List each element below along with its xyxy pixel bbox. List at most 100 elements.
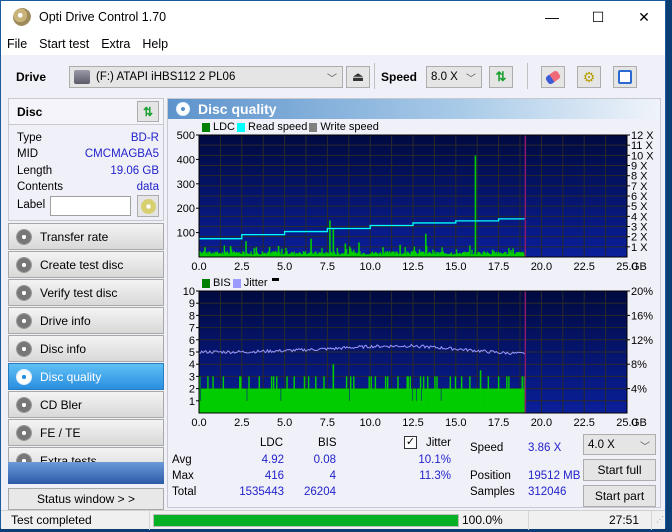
ldc-spike-bar — [382, 247, 384, 257]
menu-start-test[interactable]: Start test — [33, 37, 95, 51]
y2-tick-label: 16% — [631, 310, 653, 322]
disc-function-icon — [16, 256, 32, 273]
samples-label: Samples — [470, 486, 515, 498]
x-tick-label: 15.0 — [445, 417, 466, 429]
menu-bar: File Start test Extra Help — [1, 33, 665, 55]
settings-button[interactable]: ⚙ — [577, 66, 601, 88]
ldc-spike-bar — [329, 220, 331, 257]
refresh-button[interactable]: ⇅ — [489, 66, 513, 88]
ldc-spike-bar — [255, 247, 258, 257]
ldc-spike-bar — [344, 243, 347, 257]
test-speed-select[interactable]: 4.0 X ﹀ — [583, 434, 656, 455]
window-title: Opti Drive Control 1.70 — [39, 10, 167, 24]
nav-fe-te[interactable]: FE / TE — [8, 419, 164, 446]
nav-drive-info[interactable]: Drive info — [8, 307, 164, 334]
close-button[interactable]: ✕ — [621, 1, 667, 33]
status-window-button[interactable]: Status window > > — [8, 488, 164, 510]
disc-quality-icon — [176, 102, 190, 116]
menu-file[interactable]: File — [1, 37, 33, 51]
y2-tick-label: 4% — [631, 384, 647, 396]
progress-text: 100.0% — [462, 513, 503, 527]
maximize-button[interactable]: ☐ — [575, 1, 621, 33]
current-speed-label: Speed — [470, 442, 504, 454]
menu-help[interactable]: Help — [136, 37, 174, 51]
toolbar-divider — [527, 63, 528, 89]
nav-disc-quality[interactable]: Disc quality — [8, 363, 164, 390]
drive-select[interactable]: (F:) ATAPI iHBS112 2 PL06 ﹀ — [69, 66, 343, 88]
x-tick-label: 2.5 — [234, 417, 249, 429]
y-tick-label: 4 — [189, 359, 195, 371]
nav-transfer-rate[interactable]: Transfer rate — [8, 223, 164, 250]
x-tick-label: 12.5 — [402, 417, 423, 429]
stats-col-bis: BIS — [318, 437, 337, 449]
disc-length-key: Length — [17, 165, 53, 177]
status-divider — [651, 511, 652, 530]
bis-spike-bar — [332, 364, 335, 413]
disc-mid-key: MID — [17, 148, 39, 160]
disc-type-key: Type — [17, 132, 42, 144]
ldc-spike-bar — [358, 242, 360, 257]
y2-tick-label: 20% — [631, 286, 653, 298]
y-tick-label: 3 — [189, 371, 195, 383]
app-window: Opti Drive Control 1.70 — ☐ ✕ File Start… — [0, 0, 667, 530]
y2-tick-label: 8% — [631, 359, 647, 371]
y-tick-label: 10 — [183, 286, 195, 298]
nav-create-test-disc[interactable]: Create test disc — [8, 251, 164, 278]
ldc-spike-bar — [277, 246, 280, 257]
x-tick-label: 0.0 — [191, 261, 206, 273]
minimize-button[interactable]: — — [529, 1, 575, 33]
settings-gears-icon: ⚙ — [582, 68, 596, 85]
start-full-button[interactable]: Start full — [583, 459, 656, 481]
disc-quality-panel: Disc quality LDC Read speed Write speed … — [167, 98, 661, 508]
sidebar: Disc ⇅ Type BD-R MID CMCMAGBA5 Length 19.06… — [8, 98, 164, 510]
disc-function-icon — [16, 340, 32, 357]
resize-grip-icon[interactable]: ⋰ — [656, 515, 664, 524]
save-button[interactable] — [613, 66, 637, 88]
disc-length-value: 19.06 GB — [110, 165, 159, 177]
y2-tick-label: 12 X — [631, 130, 654, 142]
nav-label: Drive info — [40, 313, 91, 328]
x-tick-label: 17.5 — [488, 417, 509, 429]
bis-spike-bar — [479, 370, 482, 413]
disc-label-key: Label — [17, 199, 46, 211]
position-value: 19512 MB — [528, 470, 581, 482]
y-tick-label: 6 — [189, 335, 195, 347]
nav-disc-info[interactable]: Disc info — [8, 335, 164, 362]
speed-select[interactable]: 8.0 X ﹀ — [426, 66, 482, 88]
eject-button[interactable]: ⏏ — [346, 66, 370, 88]
y-tick-label: 5 — [189, 347, 195, 359]
drive-label: Drive — [16, 70, 47, 84]
elapsed-time: 27:51 — [609, 513, 640, 527]
x-tick-label: 0.0 — [191, 417, 206, 429]
nav-cd-bler[interactable]: CD Bler — [8, 391, 164, 418]
erase-button[interactable] — [541, 66, 565, 88]
stats-avg-ldc: 4.92 — [261, 454, 284, 466]
disc-function-icon — [16, 396, 32, 413]
refresh-icon: ⇅ — [495, 69, 507, 84]
x-tick-label: 20.0 — [531, 417, 552, 429]
disc-mid-row: MID CMCMAGBA5 — [17, 148, 159, 160]
y-tick-label: 2 — [189, 384, 195, 396]
nav-label: Verify test disc — [40, 285, 118, 300]
stats-avg-jitter: 10.1% — [418, 454, 451, 466]
drive-select-value: (F:) ATAPI iHBS112 2 PL06 — [96, 71, 236, 83]
legend-marker — [271, 277, 279, 281]
x-tick-label: 10.0 — [359, 417, 380, 429]
disc-label-input[interactable] — [50, 196, 131, 216]
current-speed-value: 3.86 X — [528, 442, 562, 454]
ldc-spike-bar — [424, 233, 427, 257]
disc-panel-header: Disc ⇅ — [9, 99, 163, 125]
start-part-button[interactable]: Start part — [583, 485, 656, 507]
x-axis-unit-label: GB — [631, 417, 647, 429]
app-disc-icon — [13, 8, 31, 26]
disc-refresh-button[interactable]: ⇅ — [137, 101, 159, 122]
disc-label-button[interactable] — [137, 195, 159, 217]
nav-verify-test-disc[interactable]: Verify test disc — [8, 279, 164, 306]
sidebar-divider-strip — [8, 462, 164, 484]
jitter-checkbox[interactable]: ✓ — [404, 436, 417, 449]
menu-extra[interactable]: Extra — [95, 37, 136, 51]
x-tick-label: 5.0 — [277, 261, 292, 273]
disc-panel: Disc ⇅ Type BD-R MID CMCMAGBA5 Length 19.06… — [8, 98, 164, 221]
stats-total-label: Total — [172, 486, 197, 498]
speed-select-value: 8.0 X — [431, 71, 458, 83]
